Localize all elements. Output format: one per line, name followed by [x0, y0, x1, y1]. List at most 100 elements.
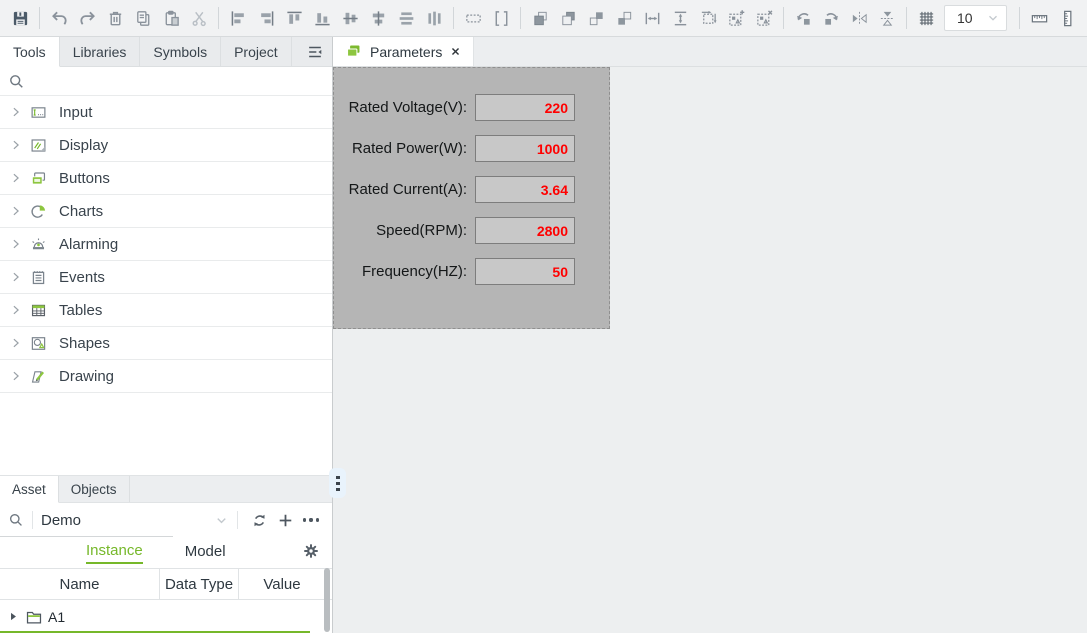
value-box[interactable]: 220 [475, 94, 575, 121]
collapse-panel-button[interactable] [298, 37, 332, 66]
swap-size-button[interactable] [694, 4, 722, 32]
tree-item-buttons[interactable]: Buttons [0, 162, 332, 195]
rotate-left-button[interactable] [789, 4, 817, 32]
flip-vertical-button[interactable] [873, 4, 901, 32]
tab-libraries[interactable]: Libraries [60, 37, 141, 66]
ungroup-button[interactable] [750, 4, 778, 32]
tree-item-tables[interactable]: Tables [0, 294, 332, 327]
asset-search-row: Demo [0, 503, 332, 537]
align-center-icon [369, 9, 388, 28]
tab-project[interactable]: Project [221, 37, 292, 66]
value-box[interactable]: 3.64 [475, 176, 575, 203]
horizontal-spacing-button[interactable] [638, 4, 666, 32]
distribute-horizontal-button[interactable] [420, 4, 448, 32]
align-center-button[interactable] [364, 4, 392, 32]
value-box[interactable]: 50 [475, 258, 575, 285]
align-left-icon [229, 9, 248, 28]
horizontal-ruler-button[interactable] [1025, 4, 1053, 32]
group-button[interactable] [722, 4, 750, 32]
send-to-back-icon [559, 9, 578, 28]
bring-forward-button[interactable] [582, 4, 610, 32]
tab-libraries-label: Libraries [73, 44, 127, 60]
asset-select-value[interactable]: Demo [41, 512, 214, 529]
grid-toggle-button[interactable] [912, 4, 940, 32]
table-scrollbar[interactable] [324, 568, 330, 632]
parameters-widget[interactable]: Rated Voltage(V): 220 Rated Power(W): 10… [333, 67, 610, 329]
copy-button[interactable] [129, 4, 157, 32]
field-label: Rated Current(A): [349, 181, 467, 198]
search-icon [8, 73, 25, 90]
distribute-vertical-button[interactable] [392, 4, 420, 32]
align-right-button[interactable] [252, 4, 280, 32]
chevron-right-icon [9, 204, 23, 218]
tab-asset[interactable]: Asset [0, 476, 59, 503]
align-top-button[interactable] [280, 4, 308, 32]
cut-button[interactable] [185, 4, 213, 32]
field-speed: Speed(RPM): 2800 [376, 217, 575, 244]
value-box[interactable]: 1000 [475, 135, 575, 162]
align-left-button[interactable] [224, 4, 252, 32]
table-row-a1[interactable]: A1 [0, 600, 332, 633]
bring-to-front-button[interactable] [526, 4, 554, 32]
delete-button[interactable] [101, 4, 129, 32]
tab-model[interactable]: Model [185, 543, 226, 563]
tab-symbols[interactable]: Symbols [140, 37, 221, 66]
flip-horizontal-button[interactable] [845, 4, 873, 32]
tools-search[interactable] [0, 67, 332, 96]
field-label: Rated Voltage(V): [349, 99, 467, 116]
charts-icon [30, 203, 47, 220]
tree-item-events[interactable]: Events [0, 261, 332, 294]
tree-item-input[interactable]: Input [0, 96, 332, 129]
view-tabs: Instance Model [0, 537, 332, 568]
tab-tools[interactable]: Tools [0, 37, 60, 67]
paste-button[interactable] [157, 4, 185, 32]
redo-button[interactable] [73, 4, 101, 32]
panel-resize-handle[interactable] [329, 468, 346, 498]
same-height-button[interactable] [487, 4, 515, 32]
screen-icon [345, 43, 362, 60]
column-value[interactable]: Value [239, 569, 325, 599]
align-middle-button[interactable] [336, 4, 364, 32]
tab-parameters[interactable]: Parameters [333, 37, 474, 66]
flip-vertical-icon [878, 9, 897, 28]
tree-item-charts[interactable]: Charts [0, 195, 332, 228]
vertical-ruler-button[interactable] [1053, 4, 1081, 32]
send-to-back-button[interactable] [554, 4, 582, 32]
tree-item-alarming[interactable]: Alarming [0, 228, 332, 261]
save-button[interactable] [6, 4, 34, 32]
caret-right-icon[interactable] [8, 611, 19, 622]
value-box[interactable]: 2800 [475, 217, 575, 244]
tree-item-label: Charts [59, 203, 103, 220]
input-icon [30, 104, 47, 121]
send-backward-icon [615, 9, 634, 28]
settings-button[interactable] [302, 542, 320, 564]
undo-button[interactable] [45, 4, 73, 32]
rotate-right-button[interactable] [817, 4, 845, 32]
chevron-down-icon [986, 11, 1000, 25]
select-underline [0, 536, 173, 537]
column-name[interactable]: Name [0, 569, 160, 599]
cut-icon [190, 9, 209, 28]
canvas[interactable]: Rated Voltage(V): 220 Rated Power(W): 10… [333, 67, 1087, 633]
field-rated-power: Rated Power(W): 1000 [352, 135, 575, 162]
more-options-button[interactable] [298, 507, 324, 533]
grid-size-select[interactable]: 10 [944, 5, 1007, 31]
ungroup-icon [755, 9, 774, 28]
close-icon[interactable] [450, 46, 461, 57]
toolbar-separator [218, 7, 219, 29]
vertical-spacing-button[interactable] [666, 4, 694, 32]
tab-objects[interactable]: Objects [59, 476, 130, 502]
tree-item-shapes[interactable]: Shapes [0, 327, 332, 360]
tab-instance[interactable]: Instance [86, 542, 143, 564]
add-button[interactable] [272, 507, 298, 533]
vertical-spacing-icon [671, 9, 690, 28]
tree-item-display[interactable]: Display [0, 129, 332, 162]
copy-icon [134, 9, 153, 28]
tree-item-drawing[interactable]: Drawing [0, 360, 332, 393]
send-backward-button[interactable] [610, 4, 638, 32]
align-bottom-button[interactable] [308, 4, 336, 32]
chevron-down-icon[interactable] [214, 513, 229, 528]
column-data-type[interactable]: Data Type [160, 569, 239, 599]
refresh-button[interactable] [246, 507, 272, 533]
same-width-button[interactable] [459, 4, 487, 32]
